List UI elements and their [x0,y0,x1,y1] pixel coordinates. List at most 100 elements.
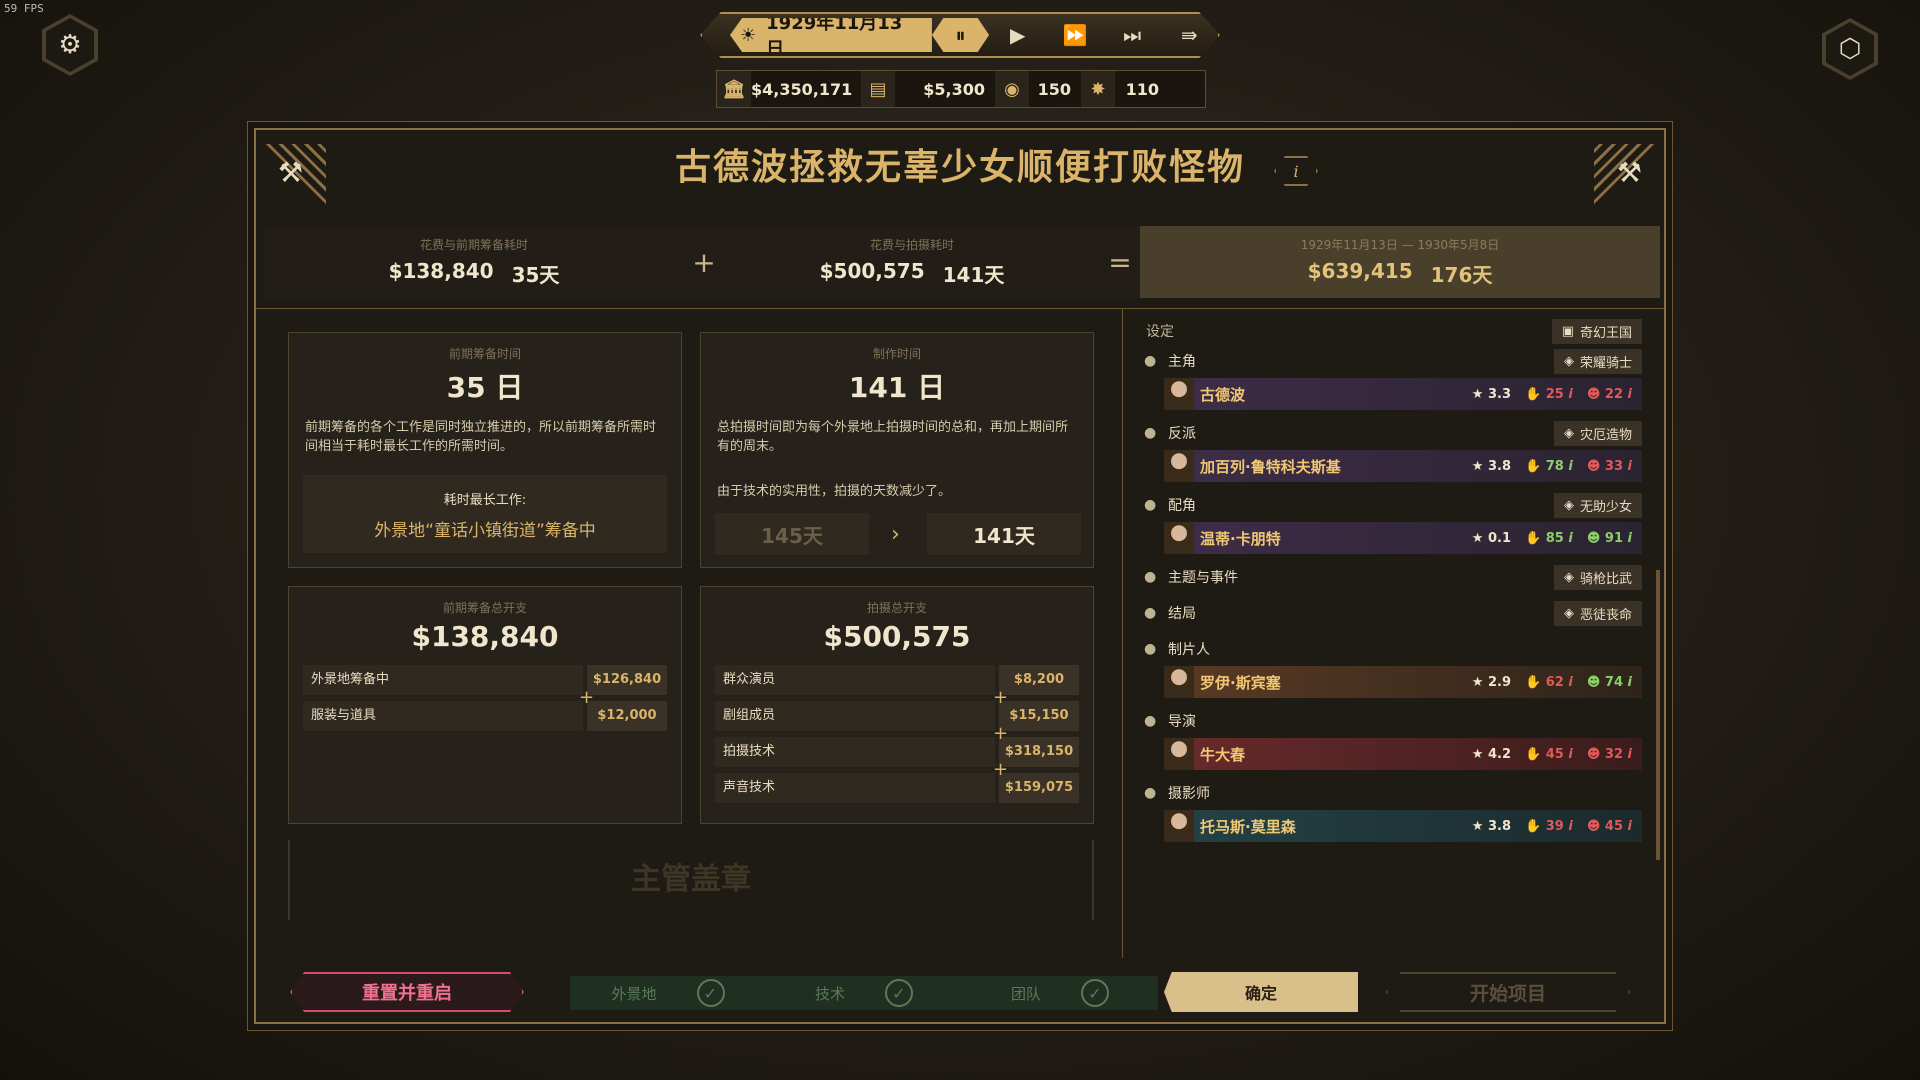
hex-icon: ⬡ [1826,22,1874,76]
summary-total-cost: $639,415 [1307,259,1413,283]
settings-section: ● 导演 [1144,713,1196,730]
approval-stamp-area: 主管盖章 [288,840,1094,920]
prep-time-desc: 前期筹备的各个工作是同时独立推进的，所以前期筹备所需时间相当于耗时最长工作的所需… [305,420,657,454]
notifications-button[interactable]: ⬡ [1822,18,1878,80]
info-icon[interactable]: i [1628,747,1632,762]
person-name: 温蒂·卡朋特 [1200,529,1281,548]
production-time-header: 制作时间 [872,347,921,361]
info-icon[interactable]: i [1568,531,1572,546]
info-icon[interactable]: i [1628,819,1632,834]
scrollbar[interactable] [1656,570,1660,860]
thumb-icon: ✋ [1525,530,1542,546]
days-after: 141天 [927,513,1081,555]
reset-button[interactable]: 重置并重启 [290,972,524,1012]
summary-pre-label: 花费与前期筹备耗时 [419,238,528,252]
badge-icon: ◈ [1563,425,1574,441]
shoot-cost-header: 拍摄总开支 [866,601,927,615]
arrow-right-icon: › [891,522,900,547]
shoot-cost-card: 拍摄总开支 $500,575 群众演员 $8,200 剧组成员 $15,150 拍摄… [700,586,1094,824]
stack-icon: ▤ [861,71,895,107]
info-icon[interactable]: i [1568,675,1572,690]
info-icon[interactable]: i [1628,387,1632,402]
info-icon[interactable]: i [1628,531,1632,546]
step-location[interactable]: 外景地 ✓ [570,976,766,1010]
cost-row: 服装与道具 $12,000 [303,701,667,731]
eye-icon: ◉ [995,71,1029,107]
production-time-note: 由于技术的实用性，拍摄的天数减少了。 [717,484,952,499]
summary-pre-days: 35天 [511,263,560,287]
badge-icon: ◈ [1563,497,1574,513]
portrait [1164,450,1194,482]
attribute-tag[interactable]: ◈ 荣耀骑士 [1553,348,1642,374]
person-row[interactable]: 罗伊·斯宾塞 ★ 2.9 ✋ 62 i ☻ 74 i [1164,666,1642,698]
confirm-button[interactable]: 确定 [1164,972,1358,1012]
summary-shoot-label: 花费与拍摄耗时 [869,238,954,252]
stat-a: ✋ 62 i [1525,674,1573,690]
stat-a: ✋ 85 i [1525,530,1573,546]
mask-icon: ☻ [1586,674,1601,690]
plus-icon: + [993,723,1009,744]
skip-button[interactable]: ⇛ [1161,23,1218,47]
prep-cost-card: 前期筹备总开支 $138,840 外景地筹备中 $126,840 服装与道具 $12… [288,586,682,824]
settings-header: 设定 ▣ 奇幻王国 [1136,316,1652,346]
action-bar: 重置并重启 外景地 ✓ 技术 ✓ 团队 ✓ 确定 开始项目 [256,964,1664,1020]
summary-shoot-cost: $500,575 [819,259,925,283]
stat-a: ✋ 45 i [1525,746,1573,762]
settings-section: ● 摄影师 [1144,785,1210,802]
star-icon: ★ [1471,458,1488,474]
prep-time-card: 前期筹备时间 35 日 前期筹备的各个工作是同时独立推进的，所以前期筹备所需时间… [288,332,682,568]
person-row[interactable]: 托马斯·莫里森 ★ 3.8 ✋ 39 i ☻ 45 i [1164,810,1642,842]
attribute-tag[interactable]: ◈ 恶徒丧命 [1553,600,1642,626]
attribute-tag[interactable]: ◈ 灾厄造物 [1553,420,1642,446]
pause-button[interactable]: ⏸ [931,18,990,52]
date-display: ☀ 1929年11月13日 [730,18,932,52]
mask-icon: ☻ [1586,386,1601,402]
step-team[interactable]: 团队 ✓ [962,976,1158,1010]
info-icon[interactable]: i [1568,747,1572,762]
sun-icon: ☀ [740,24,757,46]
cost-value: $5,300 [923,79,985,99]
genre-tag[interactable]: ▣ 奇幻王国 [1551,318,1642,344]
person-name: 古德波 [1200,385,1246,404]
info-icon[interactable]: i [1628,675,1632,690]
info-icon[interactable]: i [1568,819,1572,834]
thumb-icon: ✋ [1525,674,1542,690]
attribute-tag[interactable]: ◈ 骑枪比武 [1553,564,1642,590]
stat-a: ✋ 39 i [1525,818,1573,834]
start-project-button[interactable]: 开始项目 [1386,972,1630,1012]
prep-time-header: 前期筹备时间 [448,347,521,361]
summary-pre: 花费与前期筹备耗时 $138,840 35天 [264,226,684,298]
person-row[interactable]: 古德波 ★ 3.3 ✋ 25 i ☻ 22 i [1164,378,1642,410]
longest-task-value: 外景地“童话小镇街道”筹备中 [374,521,596,541]
info-icon[interactable]: i [1628,459,1632,474]
star-icon: ★ [1471,818,1488,834]
person-row[interactable]: 牛大春 ★ 4.2 ✋ 45 i ☻ 32 i [1164,738,1642,770]
star-icon: ★ [1471,746,1488,762]
equals-sign: = [1100,226,1140,298]
thumb-icon: ✋ [1525,386,1542,402]
person-row[interactable]: 温蒂·卡朋特 ★ 0.1 ✋ 85 i ☻ 91 i [1164,522,1642,554]
badge-icon: ◈ [1563,569,1574,585]
cost-row: 群众演员 $8,200 [715,665,1079,695]
settings-list: 设定 ▣ 奇幻王国 ● 主角 ◈ 荣耀骑士 古德波 ★ 3.3 ✋ 25 i ☻ 22 i ● 反派… [1136,316,1652,850]
settings-button[interactable]: ⚙ [42,14,98,76]
person-row[interactable]: 加百列·鲁特科夫斯基 ★ 3.8 ✋ 78 i ☻ 33 i [1164,450,1642,482]
fast-forward-button[interactable]: ⏩ [1046,23,1103,47]
play-button[interactable]: ▶ [989,23,1046,47]
step-tech[interactable]: 技术 ✓ [766,976,962,1010]
mask-icon: ☻ [1586,530,1601,546]
section-icon: ● [1144,353,1157,369]
info-icon[interactable]: i [1568,459,1572,474]
bank-icon: 🏛 [717,71,751,107]
section-icon: ● [1144,425,1157,441]
attribute-tag[interactable]: ◈ 无助少女 [1553,492,1642,518]
faster-button[interactable]: ⏭ [1104,23,1161,47]
check-icon: ✓ [696,979,725,1007]
summary-total-label: 1929年11月13日 — 1930年5月8日 [1300,238,1500,252]
info-icon[interactable]: i [1568,387,1572,402]
star-burst-icon: ✸ [1081,71,1115,107]
thumb-icon: ✋ [1525,458,1542,474]
thumb-icon: ✋ [1525,746,1542,762]
production-time-value: 141 日 [848,371,946,404]
badge-icon: ◈ [1563,605,1574,621]
